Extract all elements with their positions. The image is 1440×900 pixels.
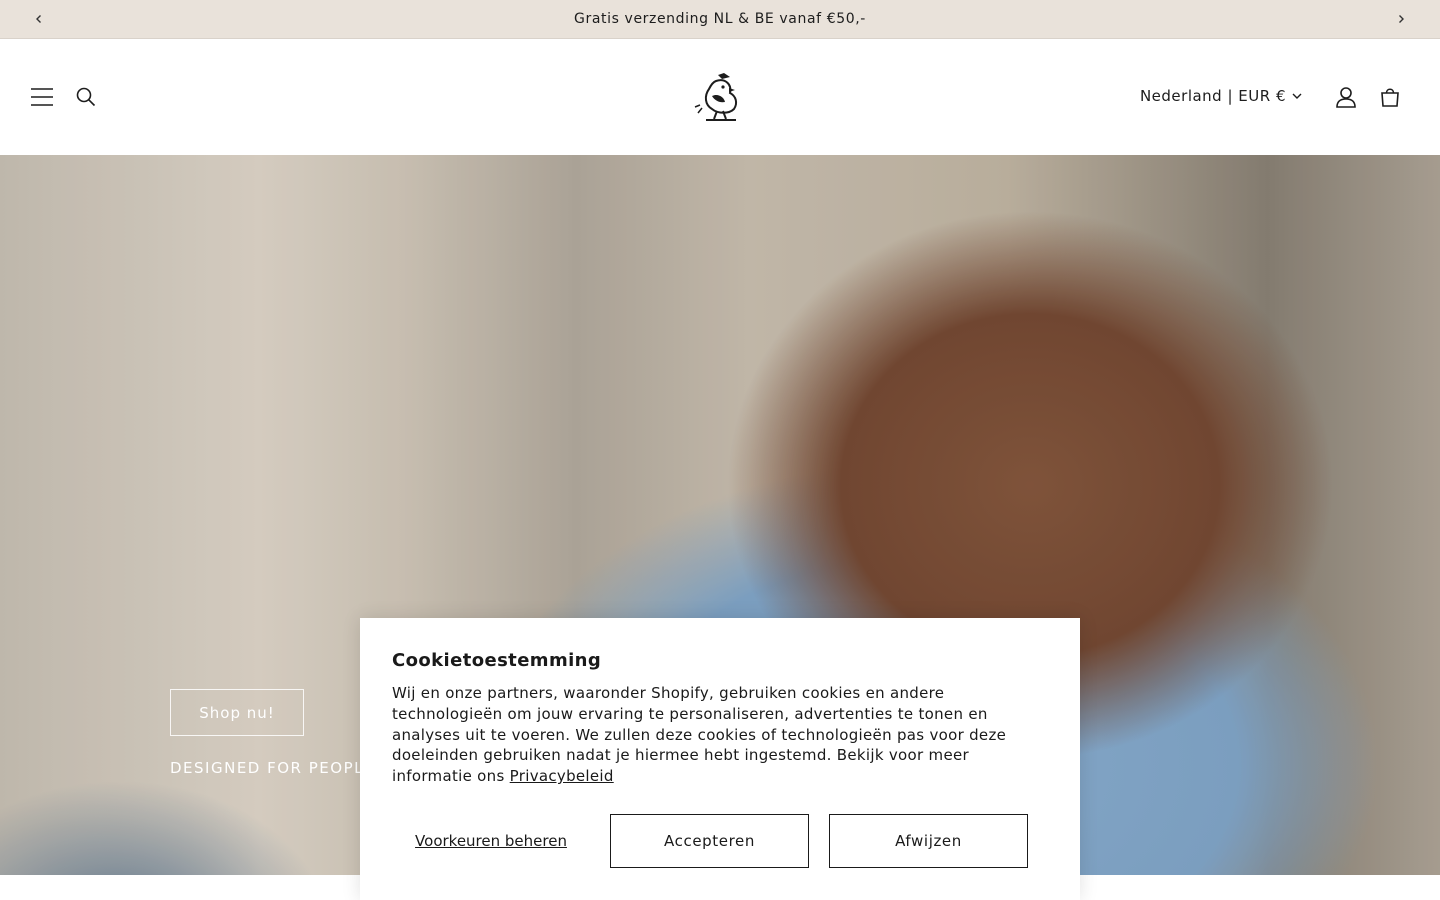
accept-button[interactable]: Accepteren	[610, 814, 809, 868]
search-button[interactable]	[68, 75, 104, 119]
cookie-consent-banner: Cookietoestemming Wij en onze partners, …	[360, 618, 1080, 900]
hero-caption: Shop nu! DESIGNED FOR PEOPLE	[170, 689, 375, 777]
cart-icon	[1381, 88, 1399, 107]
account-icon	[1336, 87, 1356, 108]
announcement-text: Gratis verzending NL & BE vanaf €50,-	[574, 11, 866, 27]
chevron-left-icon	[36, 15, 41, 23]
locale-label: Nederland | EUR €	[1139, 87, 1286, 105]
manage-preferences-link[interactable]: Voorkeuren beheren	[392, 814, 590, 868]
hero-subtitle: DESIGNED FOR PEOPLE	[170, 759, 375, 777]
shop-now-button[interactable]: Shop nu!	[170, 689, 304, 736]
announcement-prev-button[interactable]	[24, 0, 54, 38]
cookie-title: Cookietoestemming	[392, 650, 602, 671]
bird-logo-icon	[694, 73, 738, 121]
decline-button[interactable]: Afwijzen	[829, 814, 1028, 868]
cart-button[interactable]	[1372, 75, 1408, 119]
announcement-bar: Gratis verzending NL & BE vanaf €50,-	[0, 0, 1440, 39]
cookie-body: Wij en onze partners, waaronder Shopify,…	[392, 683, 1048, 787]
chevron-right-icon	[1399, 15, 1404, 23]
announcement-next-button[interactable]	[1386, 0, 1416, 38]
hamburger-menu-icon	[31, 88, 53, 106]
search-icon	[76, 87, 96, 107]
privacy-policy-link[interactable]: Privacybeleid	[510, 767, 614, 785]
site-header: Nederland | EUR €	[0, 39, 1440, 155]
chevron-down-icon	[1292, 93, 1302, 99]
menu-button[interactable]	[24, 75, 60, 119]
account-button[interactable]	[1328, 75, 1364, 119]
site-logo[interactable]	[692, 69, 748, 125]
cookie-actions: Voorkeuren beheren Accepteren Afwijzen	[392, 814, 1048, 868]
locale-selector[interactable]: Nederland | EUR €	[1140, 83, 1302, 109]
cookie-body-text: Wij en onze partners, waaronder Shopify,…	[392, 684, 1007, 786]
